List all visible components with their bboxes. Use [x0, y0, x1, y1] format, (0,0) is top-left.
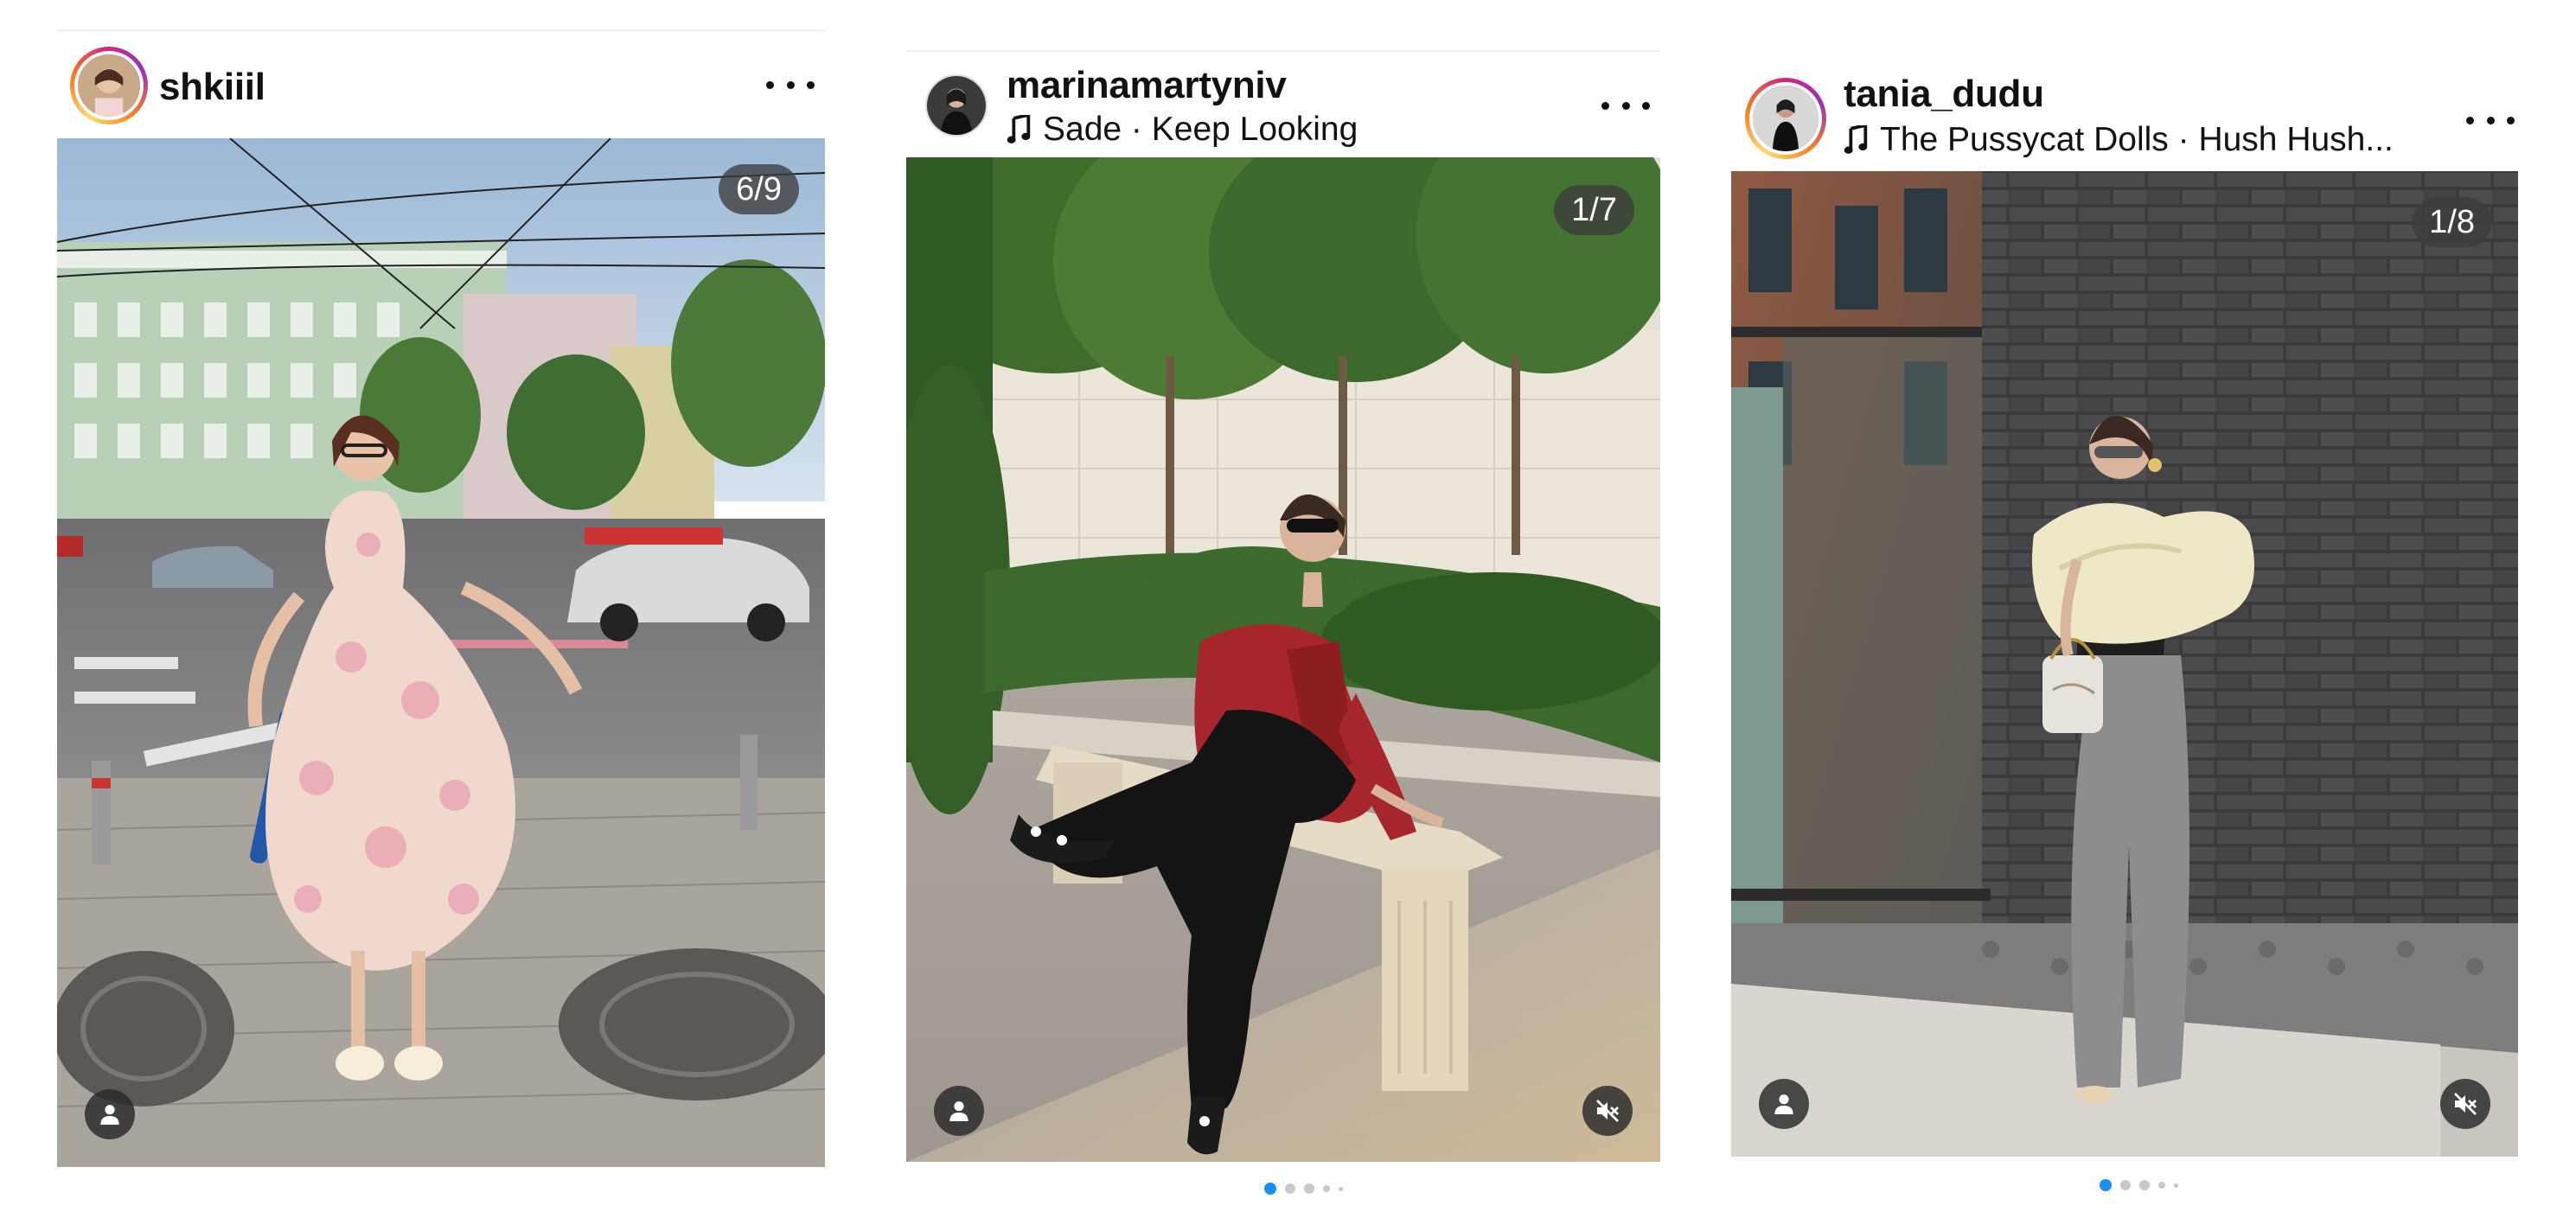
- post-2: marinamartyniv Sade · Keep Looking 1/7: [906, 50, 1660, 1209]
- carousel-dot: [1304, 1183, 1314, 1194]
- post-photo[interactable]: 1/7: [906, 157, 1660, 1162]
- person-tag-icon[interactable]: [85, 1089, 135, 1139]
- audio-track-label: The Pussycat Dolls · Hush Hush...: [1880, 121, 2394, 158]
- sound-muted-icon[interactable]: [1582, 1086, 1633, 1136]
- carousel-indicator: [2100, 1179, 2178, 1191]
- sound-muted-icon[interactable]: [2440, 1079, 2490, 1129]
- brick-wall-photo: [1731, 171, 2518, 1157]
- username[interactable]: shkiiil: [159, 66, 265, 109]
- carousel-dot-active: [2100, 1179, 2112, 1191]
- username[interactable]: marinamartyniv: [1007, 64, 1287, 107]
- post-3: tania_dudu The Pussycat Dolls · Hush Hus…: [1729, 64, 2523, 1205]
- audio-track[interactable]: Sade · Keep Looking: [1007, 111, 1358, 149]
- username[interactable]: tania_dudu: [1844, 73, 2044, 116]
- audio-track-label: Sade · Keep Looking: [1043, 111, 1358, 148]
- feed: shkiiil 6/9 marinamartyniv Sade · Keep L…: [0, 0, 2576, 1231]
- carousel-counter: 6/9: [719, 164, 799, 214]
- more-dots-icon[interactable]: [2466, 112, 2515, 129]
- post-photo[interactable]: 1/8: [1731, 171, 2518, 1157]
- carousel-dot: [2158, 1182, 2165, 1189]
- carousel-dot: [1339, 1186, 1343, 1191]
- top-divider: [906, 50, 1660, 52]
- person-tag-icon[interactable]: [934, 1086, 984, 1136]
- carousel-counter: 1/8: [2412, 197, 2492, 247]
- avatar[interactable]: [1745, 78, 1826, 159]
- music-note-icon: [1007, 115, 1031, 144]
- carousel-dot: [2139, 1180, 2150, 1190]
- carousel-dot: [1323, 1185, 1330, 1192]
- carousel-counter: 1/7: [1554, 185, 1634, 235]
- post-1: shkiiil 6/9: [57, 29, 825, 1167]
- avatar[interactable]: [925, 74, 988, 137]
- street-photo: [57, 138, 825, 1167]
- person-tag-icon[interactable]: [1759, 1079, 1809, 1129]
- music-note-icon: [1844, 125, 1868, 154]
- more-dots-icon[interactable]: [766, 76, 815, 93]
- post-photo[interactable]: 6/9: [57, 138, 825, 1167]
- carousel-dot: [1285, 1183, 1295, 1194]
- bench-photo: [906, 157, 1660, 1162]
- carousel-dot: [2174, 1183, 2178, 1188]
- top-divider: [57, 29, 825, 31]
- avatar[interactable]: [70, 47, 148, 124]
- carousel-dot: [2120, 1180, 2131, 1190]
- carousel-dot-active: [1264, 1183, 1276, 1195]
- more-dots-icon[interactable]: [1601, 97, 1650, 114]
- audio-track[interactable]: The Pussycat Dolls · Hush Hush...: [1844, 121, 2394, 159]
- carousel-indicator: [1264, 1183, 1343, 1195]
